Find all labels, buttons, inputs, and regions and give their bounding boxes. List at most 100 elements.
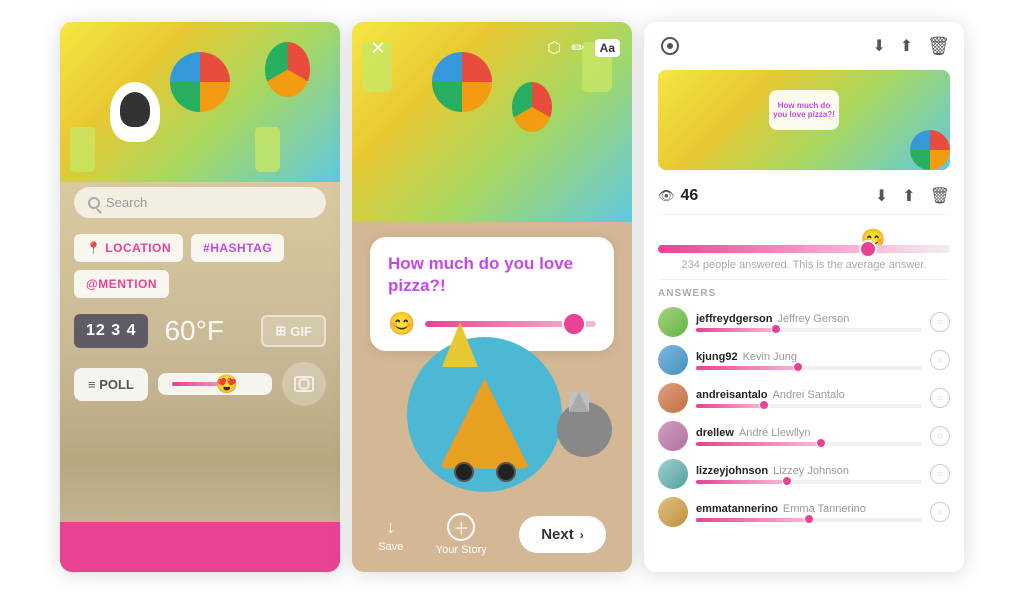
header-right-icons: ⬇ ⬆ 🗑	[872, 36, 950, 57]
display-4: Lizzey Johnson	[773, 465, 849, 477]
view-count: 46	[681, 187, 699, 205]
username-3: drellew	[696, 427, 734, 439]
answer-row-5: emmatannerino Emma Tannerino ○	[658, 497, 950, 527]
hashtag-tag[interactable]: #HASHTAG	[191, 234, 284, 262]
message-icon-5[interactable]: ○	[930, 502, 950, 522]
answer-row-0: jeffreydgerson Jeffrey Gerson ○	[658, 307, 950, 337]
thumb-ribbon	[910, 130, 950, 170]
download-stat-icon[interactable]: ⬇	[875, 186, 888, 206]
save-action[interactable]: ↓ Save	[378, 517, 403, 553]
sticker-bottom-row: ≡ POLL 😍	[74, 362, 326, 406]
slider-question: How much do you love pizza?!	[388, 253, 596, 297]
display-0: Jeffrey Gerson	[777, 313, 849, 325]
answers-section: ANSWERS jeffreydgerson Jeffrey Gerson ○	[644, 280, 964, 572]
delete-stat-icon[interactable]: 🗑	[930, 186, 950, 206]
display-5: Emma Tannerino	[783, 503, 866, 515]
gif-label: GIF	[290, 324, 312, 339]
next-button[interactable]: Next ›	[519, 516, 606, 553]
slider-results: 😊 234 people answered. This is the avera…	[644, 215, 964, 279]
answer-names-4: lizzeyjohnson Lizzey Johnson	[696, 465, 922, 477]
message-icon-1[interactable]: ○	[930, 350, 950, 370]
answer-fill-4	[696, 480, 786, 484]
gear-icon	[661, 37, 679, 55]
message-icon-4[interactable]: ○	[930, 464, 950, 484]
panel1-top-image	[60, 22, 340, 182]
gif-sticker[interactable]: ⊞ GIF	[261, 315, 326, 347]
glass-1	[70, 127, 95, 172]
answer-info-1: kjung92 Kevin Jung	[696, 351, 922, 370]
avatar-2	[658, 383, 688, 413]
sticker-search-bar[interactable]: Search	[74, 187, 326, 218]
panel3-header: ⬇ ⬆ 🗑	[644, 22, 964, 70]
answer-track-5	[696, 518, 922, 522]
share-icon[interactable]: ⬆	[900, 36, 913, 56]
time-temp-row: 12 3 4 60°F ⊞ GIF	[74, 314, 326, 348]
chevron-right-icon: ›	[580, 528, 584, 542]
camera-button[interactable]	[282, 362, 326, 406]
slider-result-track	[658, 245, 950, 253]
party-ball-2	[265, 42, 310, 97]
sticker-tool-icon[interactable]: ⬡	[547, 38, 561, 58]
message-icon-2[interactable]: ○	[930, 388, 950, 408]
answer-names-2: andreisantalo Andrei Santalo	[696, 389, 922, 401]
search-placeholder: Search	[106, 195, 147, 210]
avatar-3	[658, 421, 688, 451]
answer-fill-2	[696, 404, 764, 408]
share-stat-icon[interactable]: ⬆	[902, 186, 915, 206]
thumb-text: How much do you love pizza?!	[773, 101, 835, 119]
slider-track-small: 😍	[172, 382, 232, 386]
temp-sticker[interactable]: 60°F	[164, 315, 223, 347]
message-icon-3[interactable]: ○	[930, 426, 950, 446]
story-thumbnail: How much do you love pizza?!	[658, 70, 950, 170]
username-1: kjung92	[696, 351, 738, 363]
viking-character	[552, 392, 622, 472]
emoji-slider-sticker[interactable]: 😍	[158, 373, 272, 395]
party-hat	[442, 322, 478, 367]
your-story-button[interactable]: ＋ Your Story	[436, 513, 487, 556]
panel3-stats: 👁 46 ⬇ ⬆ 🗑	[644, 180, 964, 214]
answer-fill-3	[696, 442, 820, 446]
username-4: lizzeyjohnson	[696, 465, 768, 477]
avatar-0	[658, 307, 688, 337]
gif-icon: ⊞	[275, 323, 286, 339]
close-icon[interactable]: 🗑	[927, 36, 950, 57]
username-0: jeffreydgerson	[696, 313, 772, 325]
text-tool-button[interactable]: Aa	[595, 39, 620, 57]
answer-thumb-1	[793, 362, 803, 372]
display-1: Kevin Jung	[743, 351, 797, 363]
answer-track-3	[696, 442, 922, 446]
answer-row-2: andreisantalo Andrei Santalo ○	[658, 383, 950, 413]
answer-thumb-3	[816, 438, 826, 448]
eye-icon: 👁	[658, 188, 675, 204]
answer-fill-1	[696, 366, 798, 370]
username-2: andreisantalo	[696, 389, 768, 401]
mention-tag[interactable]: @MENTION	[74, 270, 169, 298]
answer-thumb-4	[782, 476, 792, 486]
answer-thumb-5	[804, 514, 814, 524]
time-sticker[interactable]: 12 3 4	[74, 314, 148, 348]
answer-info-4: lizzeyjohnson Lizzey Johnson	[696, 465, 922, 484]
answer-info-0: jeffreydgerson Jeffrey Gerson	[696, 313, 922, 332]
answer-names-3: drellew André Llewllyn	[696, 427, 922, 439]
answer-row-3: drellew André Llewllyn ○	[658, 421, 950, 451]
settings-button[interactable]	[658, 34, 682, 58]
avatar-4	[658, 459, 688, 489]
glass-2	[255, 127, 280, 172]
answers-label: ANSWERS	[658, 288, 950, 299]
poll-sticker[interactable]: ≡ POLL	[74, 368, 148, 401]
color-ball-p2-2	[512, 82, 552, 132]
message-icon-0[interactable]: ○	[930, 312, 950, 332]
close-button[interactable]: ✕	[364, 34, 392, 62]
pizza-eye-1	[454, 462, 474, 482]
panel3-stat-icons: ⬇ ⬆ 🗑	[875, 186, 950, 206]
download-icon[interactable]: ⬇	[872, 36, 885, 56]
answer-track-0	[696, 328, 922, 332]
pizza-eye-2	[496, 462, 516, 482]
avatar-1	[658, 345, 688, 375]
answer-info-2: andreisantalo Andrei Santalo	[696, 389, 922, 408]
avatar-5	[658, 497, 688, 527]
plus-circle-icon: ＋	[447, 513, 475, 541]
draw-tool-icon[interactable]: ✏	[571, 38, 584, 58]
location-tag[interactable]: 📍 LOCATION	[74, 234, 183, 262]
your-story-label: Your Story	[436, 544, 487, 556]
